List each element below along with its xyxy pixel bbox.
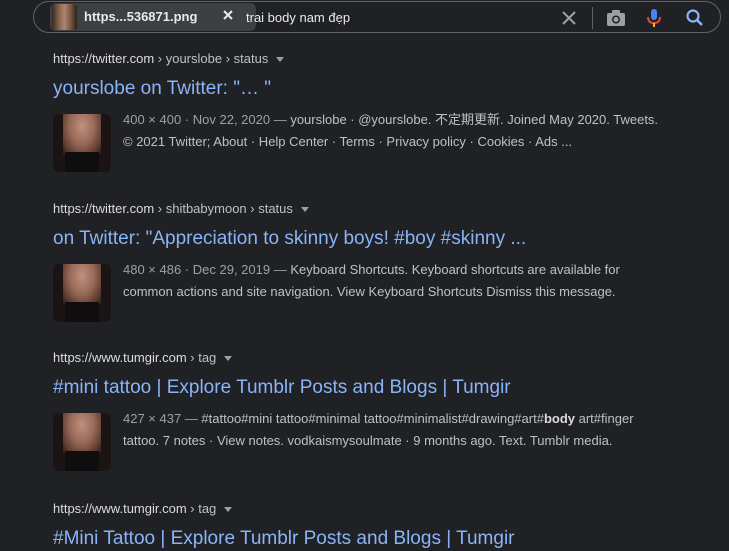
result-thumbnail[interactable] — [53, 413, 111, 471]
close-icon[interactable] — [220, 7, 236, 23]
result-thumbnail[interactable] — [53, 264, 111, 322]
result-url[interactable]: https://twitter.com › yourslobe › status — [53, 50, 663, 68]
image-thumbnail — [52, 4, 77, 30]
chevron-down-icon[interactable] — [224, 507, 233, 513]
result-path: › shitbabymoon › status — [154, 201, 293, 216]
snippet-text: #tattoo#mini tattoo#minimal tattoo#minim… — [201, 411, 544, 426]
search-input[interactable]: trai body nam đẹp — [246, 10, 350, 25]
search-result: https://www.tumgir.com › tag #Mini Tatto… — [53, 500, 515, 551]
result-path: › tag — [186, 501, 217, 516]
result-meta: 480 × 486 · Dec 29, 2019 — — [123, 262, 291, 277]
result-path: › tag — [186, 350, 217, 365]
chevron-down-icon[interactable] — [224, 356, 233, 362]
result-snippet: 427 × 437 — #tattoo#mini tattoo#minimal … — [123, 408, 663, 452]
result-title[interactable]: #Mini Tattoo | Explore Tumblr Posts and … — [53, 527, 515, 551]
result-url[interactable]: https://www.tumgir.com › tag — [53, 500, 515, 518]
result-title[interactable]: on Twitter: "Appreciation to skinny boys… — [53, 227, 663, 251]
result-snippet: 480 × 486 · Dec 29, 2019 — Keyboard Shor… — [123, 259, 663, 303]
clear-icon[interactable] — [558, 7, 580, 29]
result-path: › yourslobe › status — [154, 51, 269, 66]
result-url[interactable]: https://twitter.com › shitbabymoon › sta… — [53, 200, 663, 218]
result-meta: 427 × 437 — — [123, 411, 202, 426]
microphone-icon[interactable] — [643, 7, 665, 29]
result-site: https://twitter.com — [53, 51, 155, 66]
image-search-chip[interactable]: https...536871.png — [50, 3, 256, 31]
search-result: https://twitter.com › shitbabymoon › sta… — [53, 200, 663, 322]
result-site: https://twitter.com — [53, 201, 155, 216]
search-result: https://www.tumgir.com › tag #mini tatto… — [53, 349, 663, 471]
result-site: https://www.tumgir.com — [53, 501, 187, 516]
search-bar[interactable]: https...536871.png trai body nam đẹp — [33, 1, 721, 33]
result-url[interactable]: https://www.tumgir.com › tag — [53, 349, 663, 367]
result-site: https://www.tumgir.com — [53, 350, 187, 365]
divider — [592, 7, 593, 29]
search-icon[interactable] — [684, 7, 706, 29]
chevron-down-icon[interactable] — [300, 207, 309, 213]
camera-icon[interactable] — [605, 7, 627, 29]
result-title[interactable]: yourslobe on Twitter: "… " — [53, 77, 663, 101]
search-result: https://twitter.com › yourslobe › status… — [53, 50, 663, 172]
result-title[interactable]: #mini tattoo | Explore Tumblr Posts and … — [53, 376, 663, 400]
result-meta: 400 × 400 · Nov 22, 2020 — — [123, 112, 291, 127]
snippet-highlight: body — [543, 411, 575, 426]
result-thumbnail[interactable] — [53, 114, 111, 172]
image-chip-label: https...536871.png — [84, 9, 198, 24]
chevron-down-icon[interactable] — [276, 57, 285, 63]
result-snippet: 400 × 400 · Nov 22, 2020 — yourslobe · @… — [123, 109, 663, 153]
